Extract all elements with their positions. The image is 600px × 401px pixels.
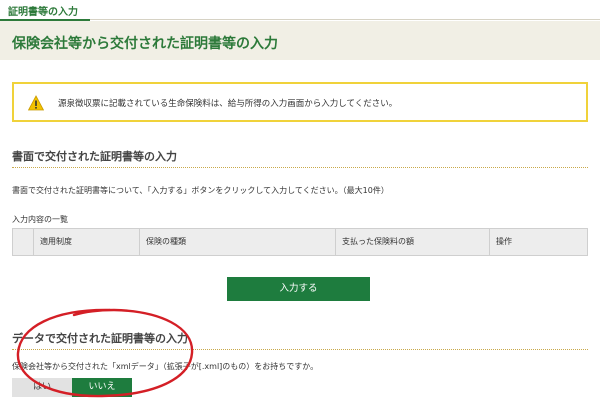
- breadcrumb-bar: 証明書等の入力: [0, 0, 600, 21]
- section-divider-2: [12, 349, 588, 350]
- notice-text: 源泉徴収票に記載されている生命保険料は、給与所得の入力画面から入力してください。: [58, 99, 398, 109]
- data-section-title: データで交付された証明書等の入力: [12, 332, 188, 345]
- section-divider: [12, 167, 588, 168]
- table-header-blank: [13, 229, 33, 255]
- xml-question: 保険会社等から交付された「xmlデータ」（拡張子が[.xml]のもの）をお持ちで…: [12, 362, 319, 371]
- warning-icon: [28, 95, 44, 111]
- notice-box: 源泉徴収票に記載されている生命保険料は、給与所得の入力画面から入力してください。: [12, 82, 588, 122]
- title-band: 保険会社等から交付された証明書等の入力: [0, 21, 600, 60]
- table-header-premium-amount: 支払った保険料の額: [335, 229, 489, 255]
- entries-table-header: 適用制度 保険の種類 支払った保険料の額 操作: [12, 228, 588, 256]
- paper-instruction: 書面で交付された証明書等について、「入力する」ボタンをクリックして入力してくださ…: [12, 186, 389, 195]
- list-label: 入力内容の一覧: [12, 215, 68, 224]
- no-button[interactable]: いいえ: [72, 378, 132, 397]
- yes-button[interactable]: はい: [12, 378, 72, 397]
- input-button[interactable]: 入力する: [227, 277, 370, 301]
- page-title: 保険会社等から交付された証明書等の入力: [12, 36, 278, 52]
- table-header-insurance-type: 保険の種類: [139, 229, 335, 255]
- table-header-system: 適用制度: [33, 229, 139, 255]
- paper-section-title: 書面で交付された証明書等の入力: [12, 150, 177, 163]
- breadcrumb: 証明書等の入力: [8, 7, 78, 18]
- table-header-operation: 操作: [489, 229, 587, 255]
